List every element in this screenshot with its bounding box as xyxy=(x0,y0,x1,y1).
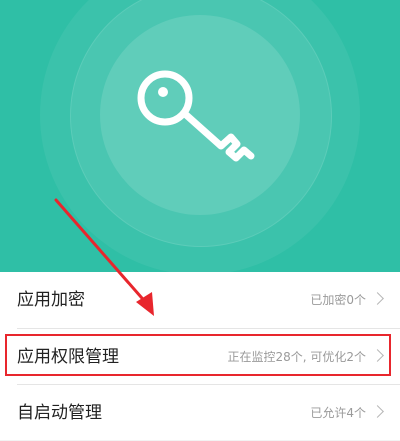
list-item-label: 应用权限管理 xyxy=(17,347,119,367)
chevron-right-icon xyxy=(371,349,384,362)
chevron-right-icon xyxy=(371,292,384,305)
list-item-status: 已加密0个 xyxy=(310,293,366,307)
list-item-app-encryption[interactable]: 应用加密 已加密0个 xyxy=(0,272,400,328)
list-item-label: 自启动管理 xyxy=(17,403,102,423)
key-icon xyxy=(137,70,255,162)
list-item-status: 正在监控28个, 可优化2个 xyxy=(227,350,366,364)
chevron-right-icon xyxy=(371,405,384,418)
settings-list: 应用加密 已加密0个 应用权限管理 正在监控28个, 可优化2个 自启动管理 已… xyxy=(0,272,400,440)
hero-banner xyxy=(0,0,400,272)
list-item-label: 应用加密 xyxy=(17,290,85,310)
list-item-status: 已允许4个 xyxy=(310,406,366,420)
list-item-autostart-management[interactable]: 自启动管理 已允许4个 xyxy=(0,385,400,441)
list-item-app-permission-management[interactable]: 应用权限管理 正在监控28个, 可优化2个 xyxy=(0,329,400,385)
